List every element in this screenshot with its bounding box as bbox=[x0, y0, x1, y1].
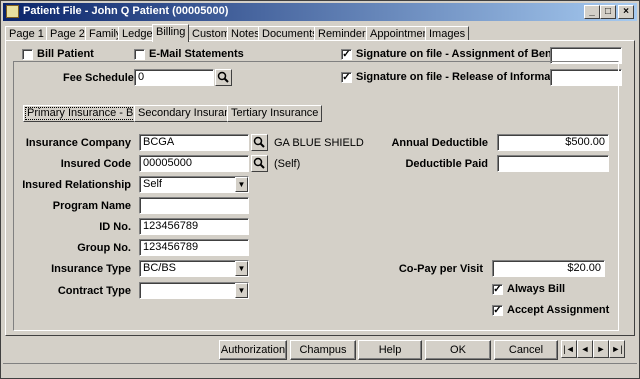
insurance-company-input[interactable]: BCGA bbox=[139, 134, 249, 151]
id-no-label: ID No. bbox=[99, 221, 131, 233]
copay-input[interactable]: $20.00 bbox=[492, 260, 605, 277]
tab-page-2[interactable]: Page 2 bbox=[46, 26, 89, 41]
insured-relationship-select[interactable]: Self ▼ bbox=[139, 176, 249, 193]
tab-images[interactable]: Images bbox=[425, 26, 470, 41]
search-icon bbox=[253, 136, 265, 148]
program-name-label: Program Name bbox=[52, 200, 131, 212]
authorization-button[interactable]: Authorization bbox=[219, 340, 287, 360]
status-bar bbox=[3, 363, 637, 376]
email-statements-checkbox[interactable] bbox=[134, 49, 145, 60]
tab-tertiary-insurance[interactable]: Tertiary Insurance bbox=[227, 105, 323, 122]
insured-relationship-value: Self bbox=[143, 178, 162, 190]
tab-documents[interactable]: Documents bbox=[258, 26, 322, 41]
sig-assignment-checkbox[interactable]: ✓ bbox=[341, 49, 352, 60]
deductible-paid-input[interactable] bbox=[497, 155, 609, 172]
copay-label: Co-Pay per Visit bbox=[398, 263, 483, 275]
tab-billing[interactable]: Billing bbox=[152, 24, 190, 42]
insured-code-input[interactable]: 00005000 bbox=[139, 155, 249, 172]
app-icon bbox=[6, 5, 19, 18]
help-button[interactable]: Help bbox=[358, 340, 422, 360]
title-bar[interactable]: Patient File - John Q Patient (00005000)… bbox=[3, 3, 637, 21]
window-title: Patient File - John Q Patient (00005000) bbox=[23, 5, 229, 17]
annual-deductible-label: Annual Deductible bbox=[391, 137, 488, 149]
insurance-company-name: GA BLUE SHIELD bbox=[274, 137, 364, 149]
always-bill-checkbox[interactable]: ✓ bbox=[492, 284, 503, 295]
annual-deductible-input[interactable]: $500.00 bbox=[497, 134, 609, 151]
insurance-company-label: Insurance Company bbox=[25, 137, 131, 149]
first-record-icon[interactable]: |◄ bbox=[561, 340, 577, 358]
sig-assignment-label: Signature on file - Assignment of Benefi… bbox=[356, 48, 575, 60]
contract-type-select[interactable]: ▼ bbox=[139, 282, 249, 299]
id-no-input[interactable]: 123456789 bbox=[139, 218, 249, 235]
chevron-down-icon[interactable]: ▼ bbox=[235, 261, 248, 276]
close-button[interactable]: × bbox=[618, 5, 634, 19]
bill-patient-checkbox[interactable] bbox=[22, 49, 33, 60]
ok-button[interactable]: OK bbox=[425, 340, 491, 360]
insurance-type-label: Insurance Type bbox=[51, 263, 131, 275]
tab-page-1[interactable]: Page 1 bbox=[5, 26, 48, 41]
accept-assignment-label: Accept Assignment bbox=[507, 304, 610, 316]
insurance-type-select[interactable]: BC/BS ▼ bbox=[139, 260, 249, 277]
champus-button[interactable]: Champus bbox=[290, 340, 356, 360]
email-statements-label: E-Mail Statements bbox=[149, 48, 244, 60]
insurance-type-value: BC/BS bbox=[143, 262, 177, 274]
insured-code-note: (Self) bbox=[274, 158, 301, 170]
chevron-down-icon[interactable]: ▼ bbox=[235, 283, 248, 298]
bill-patient-label: Bill Patient bbox=[37, 48, 94, 60]
group-no-input[interactable]: 123456789 bbox=[139, 239, 249, 256]
minimize-button[interactable]: _ bbox=[584, 5, 600, 19]
chevron-down-icon[interactable]: ▼ bbox=[235, 177, 248, 192]
patient-file-window: Patient File - John Q Patient (00005000)… bbox=[0, 0, 640, 379]
group-no-label: Group No. bbox=[77, 242, 131, 254]
cancel-button[interactable]: Cancel bbox=[494, 340, 558, 360]
insured-code-lookup-button[interactable] bbox=[251, 155, 268, 172]
insured-relationship-label: Insured Relationship bbox=[22, 179, 131, 191]
search-icon bbox=[253, 157, 265, 169]
deductible-paid-label: Deductible Paid bbox=[405, 158, 488, 170]
last-record-icon[interactable]: ►| bbox=[609, 340, 625, 358]
always-bill-label: Always Bill bbox=[507, 283, 566, 295]
previous-record-icon[interactable]: ◄ bbox=[577, 340, 593, 358]
accept-assignment-checkbox[interactable]: ✓ bbox=[492, 305, 503, 316]
insurance-company-lookup-button[interactable] bbox=[251, 134, 268, 151]
program-name-input[interactable] bbox=[139, 197, 249, 214]
contract-type-label: Contract Type bbox=[57, 285, 131, 297]
maximize-button[interactable]: □ bbox=[600, 5, 616, 19]
insured-code-label: Insured Code bbox=[60, 158, 131, 170]
next-record-icon[interactable]: ► bbox=[593, 340, 609, 358]
